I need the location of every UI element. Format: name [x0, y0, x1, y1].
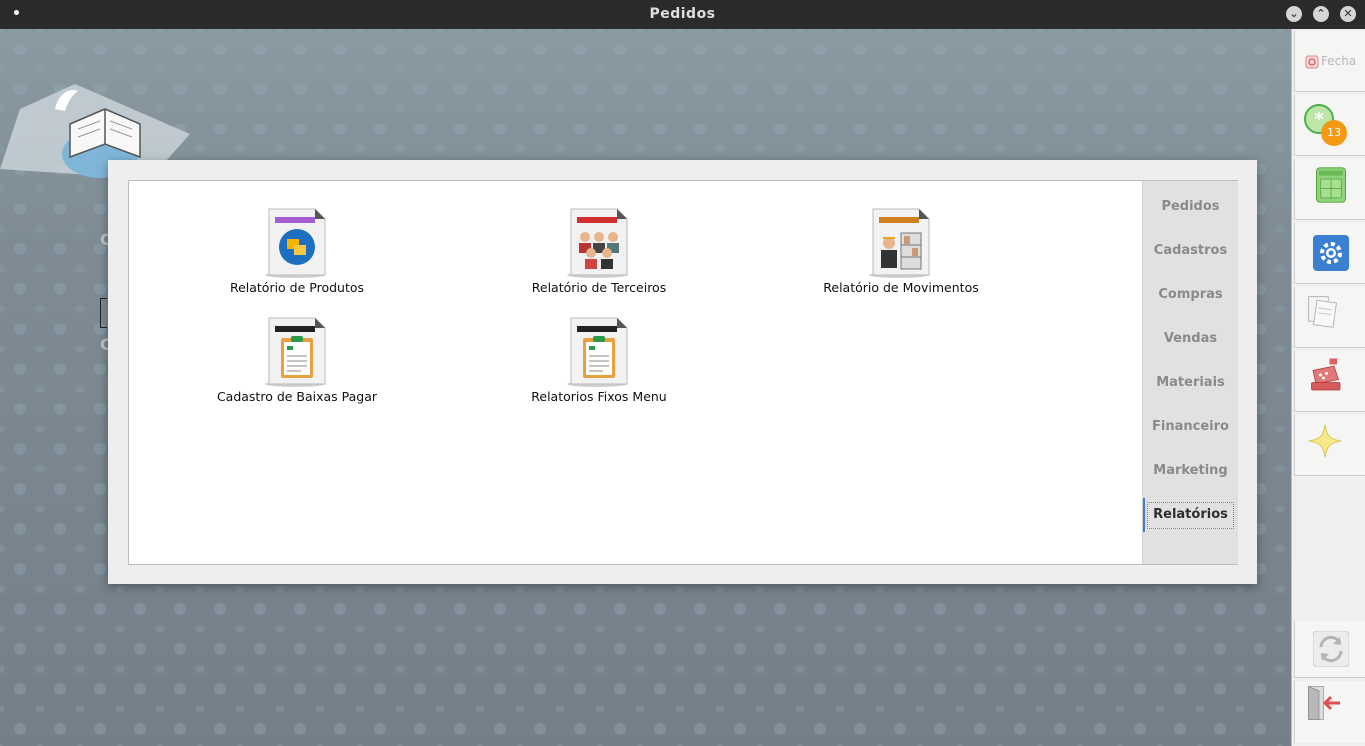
maximize-icon[interactable]: ⌃ — [1313, 6, 1329, 22]
clipboard-document-icon — [261, 316, 333, 388]
tab-materiais[interactable]: Materiais — [1143, 370, 1238, 396]
clipboard-document-icon — [563, 316, 635, 388]
star-sparkle-icon — [1308, 424, 1342, 458]
tab-pedidos[interactable]: Pedidos — [1143, 194, 1238, 220]
tab-cadastros[interactable]: Cadastros — [1143, 238, 1238, 264]
tile-relatorio-produtos[interactable]: Relatório de Produtos — [172, 207, 422, 295]
close-app-icon — [1305, 55, 1319, 69]
exit-button[interactable] — [1294, 681, 1365, 743]
settings-button[interactable] — [1294, 223, 1365, 284]
tile-label: Cadastro de Baixas Pagar — [216, 389, 378, 404]
gear-icon — [1313, 235, 1349, 271]
notification-badge: 13 — [1321, 120, 1347, 146]
active-tab-indicator — [1143, 498, 1145, 532]
exit-door-icon — [1308, 685, 1340, 720]
refresh-button[interactable] — [1294, 621, 1365, 678]
tile-relatorios-fixos-menu[interactable]: Relatorios Fixos Menu — [474, 316, 724, 404]
tab-vendas[interactable]: Vendas — [1143, 326, 1238, 352]
tile-label: Relatório de Movimentos — [823, 280, 979, 295]
right-toolbar: Fecha * 13 — [1291, 29, 1365, 746]
refresh-icon — [1313, 631, 1349, 667]
favorites-button[interactable] — [1294, 415, 1365, 476]
tab-compras[interactable]: Compras — [1143, 282, 1238, 308]
tab-label: Relatórios — [1153, 507, 1228, 522]
people-report-icon — [563, 207, 635, 279]
close-app-label: Fecha — [1321, 54, 1357, 68]
window-title: Pedidos — [649, 6, 716, 22]
tab-relatorios[interactable]: Relatórios — [1143, 498, 1238, 532]
tile-label: Relatorios Fixos Menu — [531, 389, 667, 404]
close-icon[interactable]: ✕ — [1340, 6, 1356, 22]
menu-panel: Relatório de Produtos Relatório de Terce… — [128, 180, 1238, 565]
movements-report-icon — [865, 207, 937, 279]
tile-relatorio-movimentos[interactable]: Relatório de Movimentos — [776, 207, 1026, 295]
cash-register-icon — [1311, 358, 1341, 391]
cash-register-button[interactable] — [1294, 351, 1365, 412]
documents-icon — [1308, 296, 1337, 328]
notifications-button[interactable]: * 13 — [1294, 95, 1365, 156]
category-tabs: Pedidos Cadastros Compras Vendas Materia… — [1142, 181, 1238, 564]
menu-dialog: Relatório de Produtos Relatório de Terce… — [108, 160, 1257, 584]
minimize-icon[interactable]: ⌄ — [1286, 6, 1302, 22]
calculator-green-icon — [1316, 167, 1346, 203]
tile-relatorio-terceiros[interactable]: Relatório de Terceiros — [474, 207, 724, 295]
tab-marketing[interactable]: Marketing — [1143, 458, 1238, 484]
tile-label: Relatório de Terceiros — [531, 280, 667, 295]
documents-button[interactable] — [1294, 287, 1365, 348]
tile-label: Relatório de Produtos — [229, 280, 365, 295]
calculator-button[interactable] — [1294, 159, 1365, 220]
tab-financeiro[interactable]: Financeiro — [1143, 414, 1238, 440]
close-app-button[interactable]: Fecha — [1294, 31, 1365, 92]
products-report-icon — [261, 207, 333, 279]
window-titlebar: Pedidos ⌄ ⌃ ✕ — [0, 0, 1365, 29]
tile-cadastro-baixas-pagar[interactable]: Cadastro de Baixas Pagar — [172, 316, 422, 404]
background-fragment-box — [100, 298, 107, 328]
